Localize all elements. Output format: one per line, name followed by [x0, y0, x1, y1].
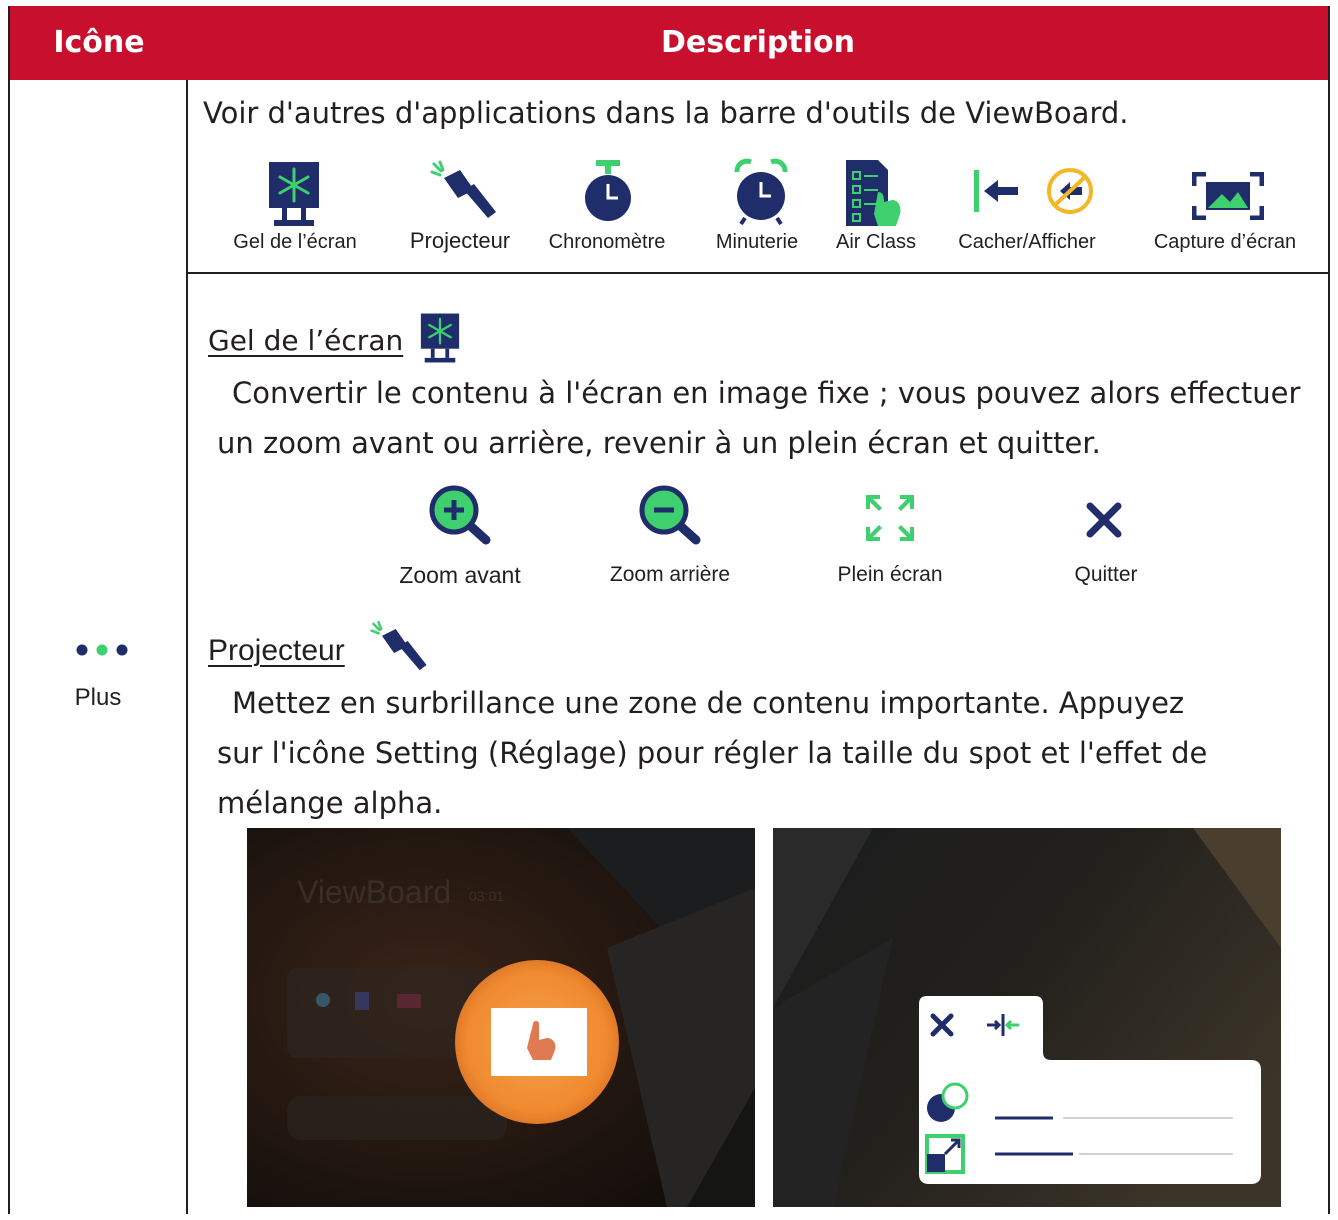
- more-label: Plus: [74, 684, 122, 711]
- toolbar-intro: Voir d'autres d'applications dans la bar…: [203, 96, 1129, 130]
- freeze-title: Gel de l’écran: [208, 324, 404, 357]
- spotlight-icon: [370, 620, 427, 671]
- toolbar-label-spotlight: Projecteur: [409, 228, 511, 253]
- timer-icon: [734, 158, 788, 226]
- action-label-zoom-in: Zoom avant: [399, 562, 521, 588]
- close-icon: [1086, 502, 1122, 538]
- table-header: Icône Description: [10, 6, 1328, 80]
- screen-freeze-icon: [269, 162, 319, 226]
- spotlight-icon: [430, 160, 496, 218]
- toolbar-label-hide-show: Cacher/Afficher: [958, 231, 1096, 253]
- toolbar-label-freeze: Gel de l’écran: [233, 231, 357, 253]
- freeze-description-line2: un zoom avant ou arrière, revenir à un p…: [217, 426, 1101, 460]
- air-class-icon: [846, 160, 901, 226]
- action-label-fullscreen: Plein écran: [837, 563, 943, 586]
- row-divider: [188, 272, 1328, 274]
- spotlight-screenshot-brand: ViewBoard: [297, 874, 452, 910]
- spotlight-settings-image: [773, 828, 1281, 1207]
- screen-capture-icon: [1192, 172, 1264, 220]
- hide-show-icon: [974, 168, 1093, 214]
- toolbar-label-stopwatch: Chronomètre: [548, 231, 666, 253]
- zoom-in-icon: [429, 485, 491, 545]
- spotlight-title: Projecteur: [208, 634, 345, 667]
- zoom-out-icon: [639, 485, 701, 545]
- action-label-quit: Quitter: [1074, 563, 1138, 586]
- column-divider: [186, 80, 188, 1214]
- spotlight-screenshot-time: 03:01: [469, 888, 505, 904]
- freeze-description-line1: Convertir le contenu à l'écran en image …: [232, 376, 1301, 410]
- action-label-zoom-out: Zoom arrière: [609, 563, 731, 586]
- screen-freeze-icon: [420, 313, 460, 363]
- fullscreen-icon: [866, 495, 914, 541]
- toolbar-label-timer: Minuterie: [715, 231, 799, 253]
- header-icon-column: Icône: [53, 25, 145, 60]
- toolbar-label-capture: Capture d’écran: [1153, 231, 1297, 253]
- toolbar-label-air-class: Air Class: [835, 231, 916, 253]
- spotlight-settings-screenshot: [773, 828, 1281, 1207]
- stopwatch-icon: [585, 160, 631, 221]
- spotlight-description-line3: mélange alpha.: [217, 786, 443, 820]
- header-description-column: Description: [660, 25, 856, 60]
- feature-table: Icône Description Plus Voir d'autres d'a…: [8, 6, 1330, 1214]
- more-dots-icon: [76, 644, 128, 656]
- spotlight-screenshot: ViewBoard 03:01: [247, 828, 755, 1207]
- spotlight-description-line1: Mettez en surbrillance une zone de conte…: [232, 686, 1185, 720]
- spotlight-description-line2: sur l'icône Setting (Réglage) pour régle…: [217, 736, 1208, 770]
